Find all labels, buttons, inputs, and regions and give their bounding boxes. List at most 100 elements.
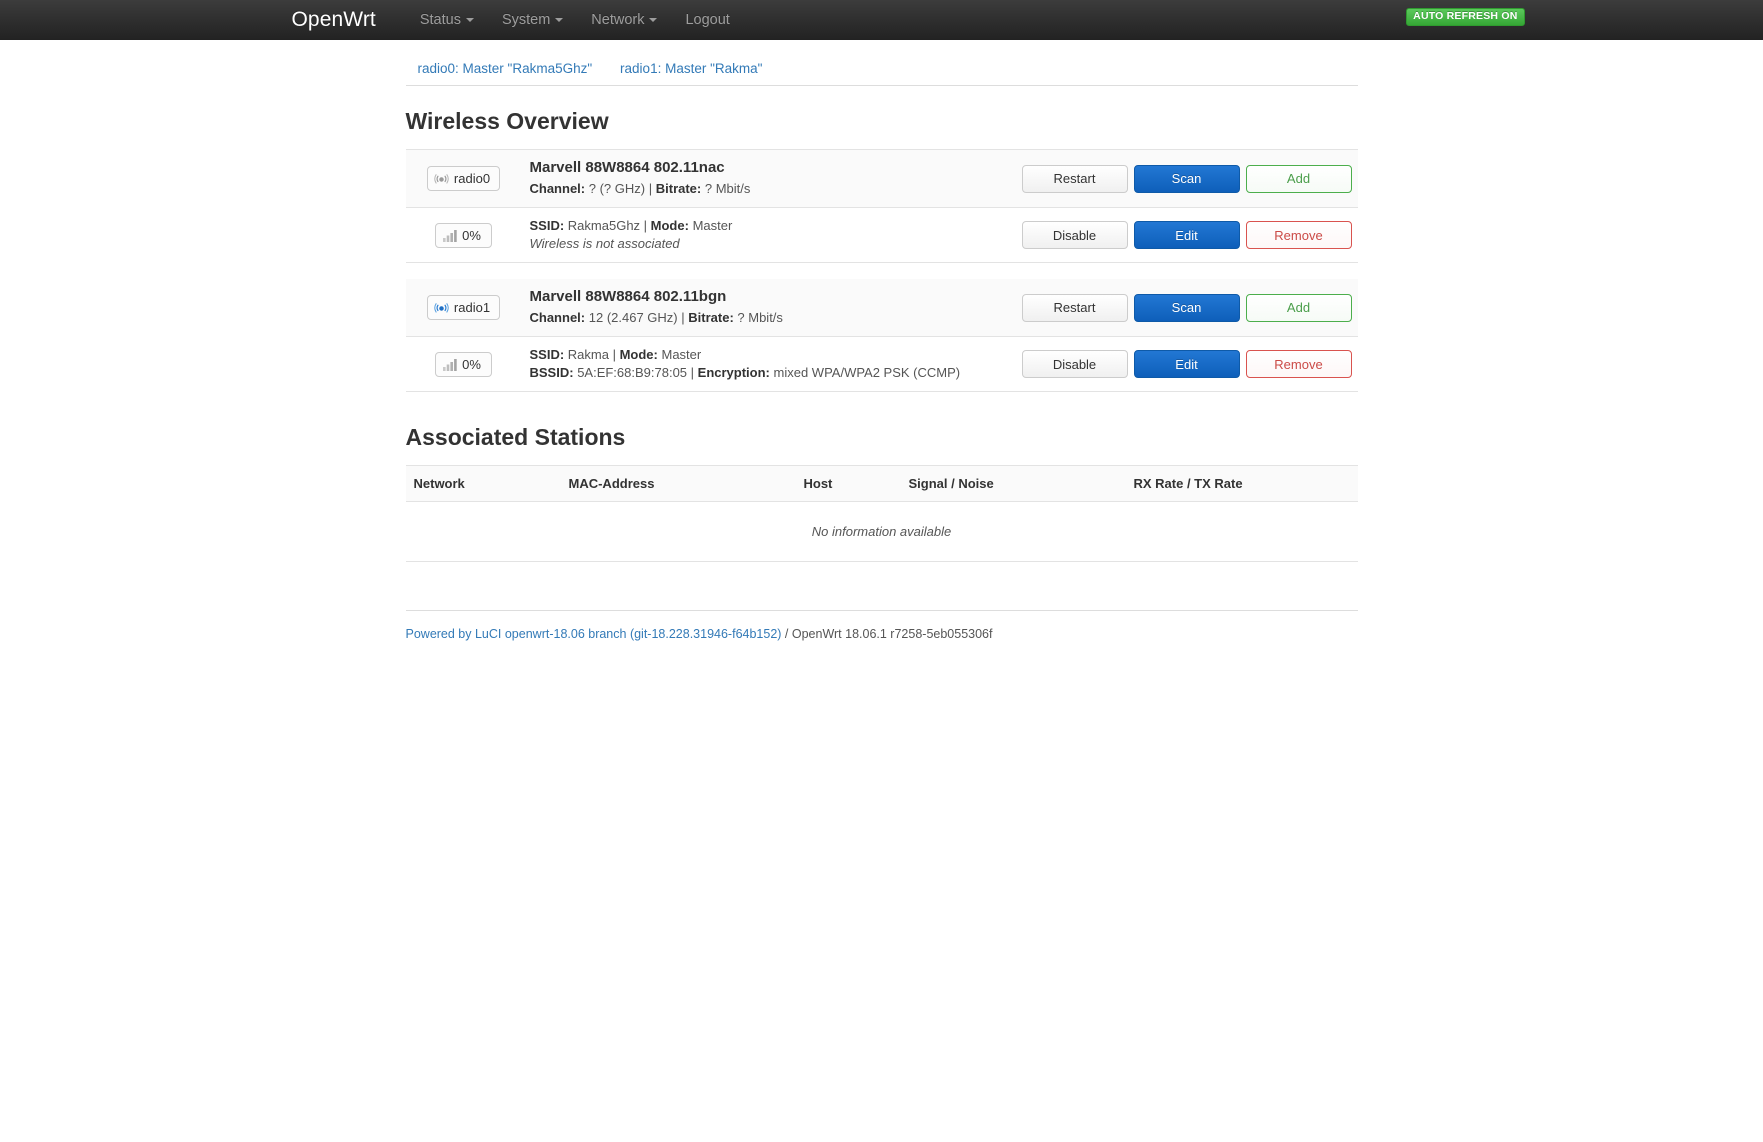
column-header-network: Network	[405, 465, 561, 502]
radio1-scan-button[interactable]: Scan	[1133, 293, 1240, 322]
radio0-association-status: Wireless is not associated	[529, 236, 680, 251]
radio0-device-title: Marvell 88W8864 802.11nac	[529, 159, 725, 176]
page-title: Wireless Overview	[405, 108, 609, 134]
wifi-antenna-icon-active	[434, 300, 449, 315]
radio0-mode-label: Mode:	[650, 218, 689, 233]
chevron-down-icon	[465, 18, 474, 23]
radio0-device-info: Marvell 88W8864 802.11nac Channel: ? (? …	[522, 159, 1022, 198]
radio0-device-badge-label: radio0	[453, 171, 491, 186]
radio1-device-meta: Channel: 12 (2.467 GHz) | Bitrate: ? Mbi…	[530, 309, 1022, 327]
radio1-mode-label: Mode:	[619, 347, 658, 362]
radio0-signal-badge-cell: 0%	[406, 222, 522, 248]
associated-stations-title: Associated Stations	[405, 424, 626, 450]
radio0-device-badge[interactable]: radio0	[426, 166, 501, 191]
radio0-restart-button[interactable]: Restart	[1021, 164, 1128, 193]
radio1-channel-label: Channel:	[529, 310, 586, 325]
radio1-remove-button[interactable]: Remove	[1245, 350, 1352, 378]
radio1-device-badge[interactable]: radio1	[426, 295, 501, 320]
nav-item-network[interactable]: Network	[577, 0, 671, 40]
top-navigation-bar: OpenWrt Status System Network Logout AUT…	[0, 0, 1763, 40]
nav-item-logout[interactable]: Logout	[671, 0, 743, 40]
radio0-add-button[interactable]: Add	[1245, 164, 1352, 193]
radio1-encryption-value: mixed WPA/WPA2 PSK (CCMP)	[773, 365, 961, 380]
radio1-ssid-line: SSID: Rakma | Mode: Master	[529, 347, 702, 362]
nav-item-status-label: Status	[419, 12, 461, 28]
chevron-down-icon	[555, 18, 564, 23]
radio1-channel-value: 12 (2.467 GHz)	[588, 310, 678, 325]
nav-item-system[interactable]: System	[488, 0, 577, 40]
radio1-device-actions: Restart Scan Add	[1021, 293, 1358, 322]
associated-stations-table: Network MAC-Address Host Signal / Noise …	[405, 465, 1358, 562]
radio-device-badge-cell: radio1	[406, 295, 522, 320]
tab-radio0[interactable]: radio0: Master "Rakma5Ghz"	[418, 61, 593, 76]
radio-device-row: radio1 Marvell 88W8864 802.11bgn Channel…	[405, 279, 1358, 337]
wireless-overview-table: radio0 Marvell 88W8864 802.11nac Channel…	[405, 149, 1358, 392]
auto-refresh-toggle[interactable]: AUTO REFRESH ON	[1406, 8, 1525, 26]
radio1-device-badge-label: radio1	[453, 300, 491, 315]
radio1-bitrate-label: Bitrate:	[688, 310, 734, 325]
radio0-bitrate-value: ? Mbit/s	[704, 181, 751, 196]
radio-device-badge-cell: radio0	[406, 166, 522, 191]
radio1-edit-button[interactable]: Edit	[1133, 350, 1240, 378]
radio1-interface-actions: Disable Edit Remove	[1021, 350, 1358, 378]
radio-device-row: radio0 Marvell 88W8864 802.11nac Channel…	[405, 150, 1358, 208]
wifi-antenna-icon-disabled	[434, 171, 449, 186]
column-header-signal-noise: Signal / Noise	[900, 465, 1126, 502]
radio0-interface-info: SSID: Rakma5Ghz | Mode: Master Wireless …	[522, 217, 1022, 253]
radio1-mode-value: Master	[661, 347, 702, 362]
radio0-signal-value: 0%	[462, 227, 481, 243]
radio1-restart-button[interactable]: Restart	[1021, 293, 1128, 322]
radio1-bitrate-value: ? Mbit/s	[737, 310, 783, 325]
radio1-bssid-line: BSSID: 5A:EF:68:B9:78:05 | Encryption: m…	[529, 365, 961, 380]
radio0-remove-button[interactable]: Remove	[1245, 221, 1352, 249]
column-header-rx-tx-rate: RX Rate / TX Rate	[1125, 465, 1358, 502]
nav-item-system-label: System	[501, 12, 551, 28]
chevron-down-icon	[649, 18, 658, 23]
column-header-mac-address: MAC-Address	[560, 465, 796, 502]
brand-logo[interactable]: OpenWrt	[292, 8, 376, 32]
radio0-device-meta: Channel: ? (? GHz) | Bitrate: ? Mbit/s	[530, 180, 1022, 198]
signal-bars-icon	[443, 229, 457, 242]
empty-message: No information available	[405, 501, 1358, 562]
radio1-interface-info: SSID: Rakma | Mode: Master BSSID: 5A:EF:…	[522, 346, 1022, 382]
radio1-disable-button[interactable]: Disable	[1021, 350, 1128, 378]
nav-item-status[interactable]: Status	[406, 0, 488, 40]
table-empty-row: No information available	[405, 501, 1358, 562]
radio0-ssid-label: SSID:	[529, 218, 565, 233]
table-header-row: Network MAC-Address Host Signal / Noise …	[405, 465, 1358, 502]
page-footer: Powered by LuCI openwrt-18.06 branch (gi…	[405, 610, 1358, 671]
radio0-edit-button[interactable]: Edit	[1133, 221, 1240, 249]
radio-tabs: radio0: Master "Rakma5Ghz" radio1: Maste…	[405, 60, 1358, 86]
meta-separator: |	[648, 181, 653, 196]
luci-version-link[interactable]: Powered by LuCI openwrt-18.06 branch (gi…	[406, 627, 782, 641]
radio1-add-button[interactable]: Add	[1245, 293, 1352, 322]
radio0-device-actions: Restart Scan Add	[1021, 164, 1358, 193]
column-header-host: Host	[795, 465, 901, 502]
radio1-device-info: Marvell 88W8864 802.11bgn Channel: 12 (2…	[522, 288, 1022, 327]
radio0-channel-value: ? (? GHz)	[588, 181, 646, 196]
radio0-ssid-value: Rakma5Ghz	[567, 218, 641, 233]
radio1-signal-badge[interactable]: 0%	[435, 351, 492, 377]
radio1-ssid-value: Rakma	[567, 347, 609, 362]
radio-group-radio0: radio0 Marvell 88W8864 802.11nac Channel…	[405, 150, 1358, 263]
radio0-scan-button[interactable]: Scan	[1133, 164, 1240, 193]
radio1-device-title: Marvell 88W8864 802.11bgn	[529, 288, 727, 305]
radio1-bssid-label: BSSID:	[529, 365, 574, 380]
radio0-mode-value: Master	[692, 218, 733, 233]
tab-radio1[interactable]: radio1: Master "Rakma"	[620, 61, 762, 76]
openwrt-version-text: / OpenWrt 18.06.1 r7258-5eb055306f	[781, 627, 993, 641]
radio1-bssid-value: 5A:EF:68:B9:78:05	[577, 365, 688, 380]
radio0-disable-button[interactable]: Disable	[1021, 221, 1128, 249]
radio0-ssid-line: SSID: Rakma5Ghz | Mode: Master	[529, 218, 733, 233]
radio1-signal-badge-cell: 0%	[406, 351, 522, 377]
radio1-ssid-label: SSID:	[529, 347, 565, 362]
meta-separator: |	[681, 310, 685, 325]
radio1-interface-row: 0% SSID: Rakma | Mode: Master BSSID: 5A:…	[405, 337, 1358, 392]
radio1-encryption-label: Encryption:	[697, 365, 770, 380]
radio0-bitrate-label: Bitrate:	[655, 181, 702, 196]
nav-item-network-label: Network	[591, 12, 645, 28]
radio0-signal-badge[interactable]: 0%	[435, 222, 492, 248]
radio1-signal-value: 0%	[462, 356, 481, 372]
main-content: radio0: Master "Rakma5Ghz" radio1: Maste…	[405, 40, 1358, 671]
signal-bars-icon	[443, 358, 457, 371]
